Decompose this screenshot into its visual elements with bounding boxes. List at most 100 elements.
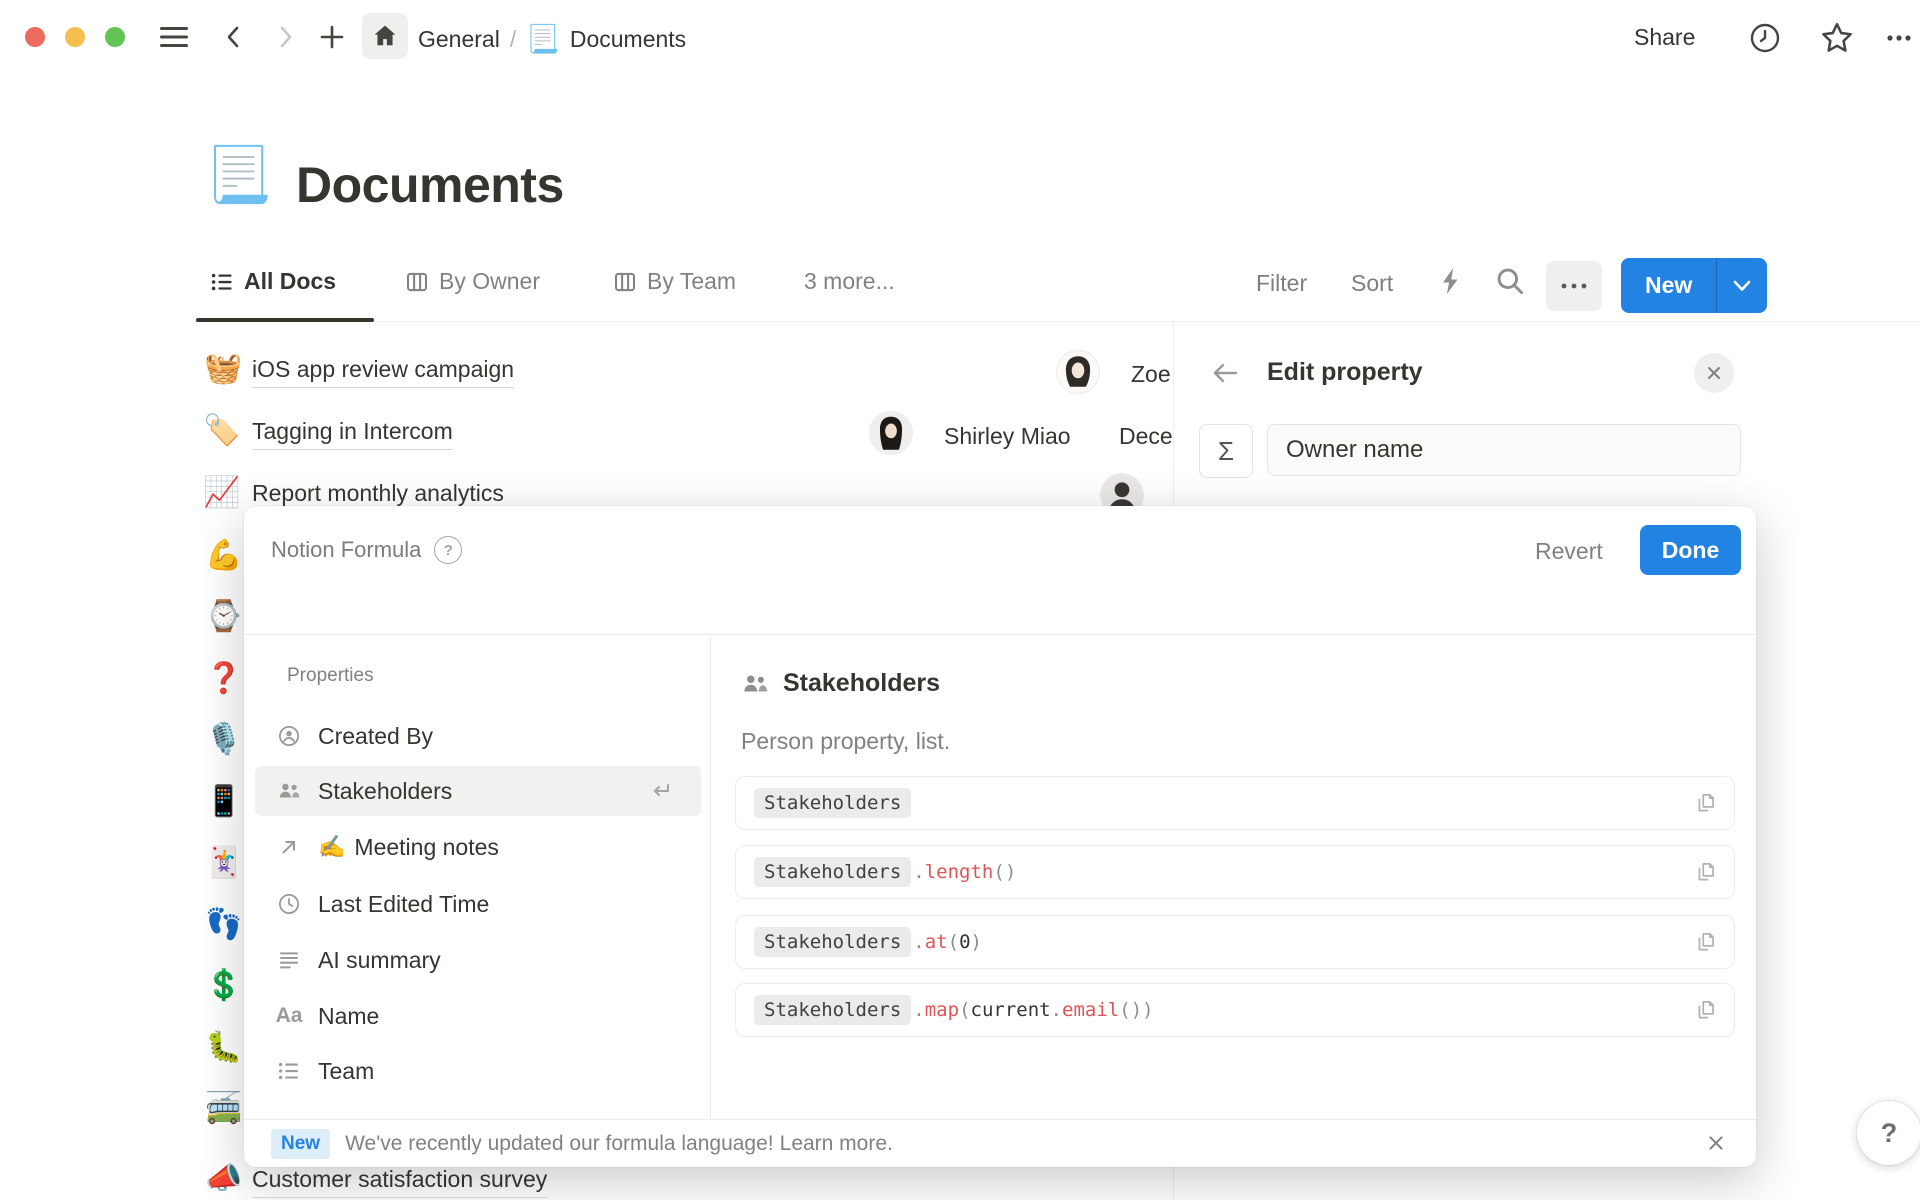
revert-button[interactable]: Revert	[1535, 538, 1603, 565]
row-title[interactable]: iOS app review campaign	[252, 356, 514, 388]
page-icon[interactable]: 📃	[205, 148, 272, 202]
code-segment: (	[959, 999, 970, 1021]
tab-by-team[interactable]: By Team	[613, 268, 736, 295]
property-item-name[interactable]: Aa Name	[255, 991, 701, 1041]
row-person-name: Shirley Miao	[944, 423, 1071, 450]
home-icon[interactable]	[362, 13, 408, 59]
traffic-minimize-button[interactable]	[65, 27, 85, 47]
property-label: Stakeholders	[318, 778, 452, 805]
property-token: Stakeholders	[754, 788, 911, 818]
row-emoji[interactable]: 🚎	[205, 1094, 242, 1124]
traffic-close-button[interactable]	[25, 27, 45, 47]
people-icon	[276, 779, 302, 803]
breadcrumb-root[interactable]: General	[418, 26, 500, 53]
property-item-created-by[interactable]: Created By	[255, 711, 701, 761]
help-button[interactable]: ?	[1857, 1101, 1920, 1165]
row-emoji[interactable]: ❓	[205, 664, 242, 694]
tab-more-label: 3 more...	[804, 268, 895, 295]
formula-example-row[interactable]: Stakeholders.length()	[735, 845, 1735, 899]
sidebar-menu-icon[interactable]	[156, 23, 192, 51]
formula-input[interactable]	[268, 578, 1732, 628]
property-item-ai-summary[interactable]: AI summary	[255, 935, 701, 985]
property-item-stakeholders[interactable]: Stakeholders	[255, 766, 701, 816]
view-options-ellipsis-button[interactable]	[1546, 261, 1602, 311]
formula-modal-header: Notion Formula ?	[271, 536, 462, 564]
favorite-star-icon[interactable]	[1819, 21, 1855, 55]
row-emoji[interactable]: 🐛	[205, 1033, 242, 1063]
property-label: Last Edited Time	[318, 891, 489, 918]
back-icon[interactable]	[220, 22, 248, 52]
row-emoji: 🧺	[205, 354, 242, 384]
copy-icon[interactable]	[1694, 860, 1718, 884]
formula-help-icon[interactable]: ?	[434, 536, 462, 564]
copy-icon[interactable]	[1694, 791, 1718, 815]
tab-all-docs[interactable]: All Docs	[210, 268, 336, 295]
formula-example-row[interactable]: Stakeholders.map(current.email())	[735, 983, 1735, 1037]
automations-bolt-icon[interactable]	[1436, 265, 1466, 297]
copy-icon[interactable]	[1694, 998, 1718, 1022]
row-emoji[interactable]: ⌚	[205, 602, 242, 632]
row-title[interactable]: Tagging in Intercom	[252, 418, 453, 450]
formula-example-row[interactable]: Stakeholders.at(0)	[735, 915, 1735, 969]
property-name-input[interactable]: Owner name	[1267, 424, 1741, 476]
property-label: Team	[318, 1058, 374, 1085]
tab-by-owner[interactable]: By Owner	[405, 268, 540, 295]
copy-icon[interactable]	[1694, 930, 1718, 954]
row-title[interactable]: Customer satisfaction survey	[252, 1166, 547, 1198]
formula-example-row[interactable]: Stakeholders	[735, 776, 1735, 830]
property-token: Stakeholders	[754, 995, 911, 1025]
detail-header: Stakeholders	[741, 669, 940, 698]
row-emoji[interactable]: 💪	[205, 541, 242, 571]
forward-icon[interactable]	[271, 22, 299, 52]
row-emoji[interactable]: 🎙️	[205, 725, 242, 755]
property-label: Meeting notes	[354, 834, 498, 861]
panel-back-icon[interactable]	[1210, 360, 1240, 386]
page-title[interactable]: Documents	[296, 156, 564, 214]
banner-learn-more-link[interactable]: Learn more.	[780, 1132, 893, 1156]
property-item-last-edited-time[interactable]: Last Edited Time	[255, 879, 701, 929]
property-item-meeting-notes[interactable]: ✍️ Meeting notes	[255, 822, 701, 872]
properties-label: Properties	[287, 665, 374, 687]
banner-text: We've recently updated our formula langu…	[345, 1132, 774, 1156]
window-titlebar: General / 📃 Documents Share	[0, 0, 1920, 75]
code-segment: ()	[993, 861, 1016, 883]
code-segment: .	[913, 999, 924, 1021]
property-type-button[interactable]: Σ	[1199, 424, 1253, 478]
new-button[interactable]: New	[1621, 258, 1716, 313]
formula-update-banner: New We've recently updated our formula l…	[244, 1119, 1756, 1167]
share-button[interactable]: Share	[1634, 24, 1695, 51]
return-key-icon	[647, 780, 673, 802]
code-segment: 0	[959, 931, 970, 953]
row-emoji: 📣	[205, 1164, 242, 1194]
formula-code: Stakeholders	[754, 788, 913, 818]
property-label: Name	[318, 1003, 379, 1030]
sort-button[interactable]: Sort	[1351, 270, 1393, 297]
updates-clock-icon[interactable]	[1748, 21, 1782, 55]
more-options-icon[interactable]	[1884, 28, 1920, 48]
new-tab-plus-icon[interactable]	[316, 22, 348, 52]
property-item-team[interactable]: Team	[255, 1046, 701, 1096]
row-emoji[interactable]: 💲	[205, 971, 242, 1001]
row-person-name: Zoe	[1131, 361, 1171, 388]
search-icon[interactable]	[1494, 265, 1526, 297]
panel-close-icon[interactable]	[1694, 353, 1734, 393]
property-label: AI summary	[318, 947, 441, 974]
row-emoji[interactable]: 📱	[205, 787, 242, 817]
person-circle-icon	[276, 724, 302, 748]
row-emoji[interactable]: 👣	[205, 910, 242, 940]
code-segment: ())	[1119, 999, 1153, 1021]
traffic-zoom-button[interactable]	[105, 27, 125, 47]
property-token: Stakeholders	[754, 857, 911, 887]
row-emoji[interactable]: 🃏	[205, 848, 242, 878]
avatar	[1056, 350, 1100, 394]
detail-description: Person property, list.	[741, 728, 950, 755]
breadcrumb-page[interactable]: Documents	[570, 26, 686, 53]
breadcrumb-separator: /	[510, 26, 516, 53]
people-icon	[741, 670, 769, 698]
tab-more-views[interactable]: 3 more...	[804, 268, 895, 295]
filter-button[interactable]: Filter	[1256, 270, 1307, 297]
new-dropdown-chevron-icon[interactable]	[1717, 258, 1767, 313]
done-button[interactable]: Done	[1640, 525, 1741, 575]
banner-close-icon[interactable]	[1706, 1133, 1726, 1153]
code-segment: length	[925, 861, 994, 883]
